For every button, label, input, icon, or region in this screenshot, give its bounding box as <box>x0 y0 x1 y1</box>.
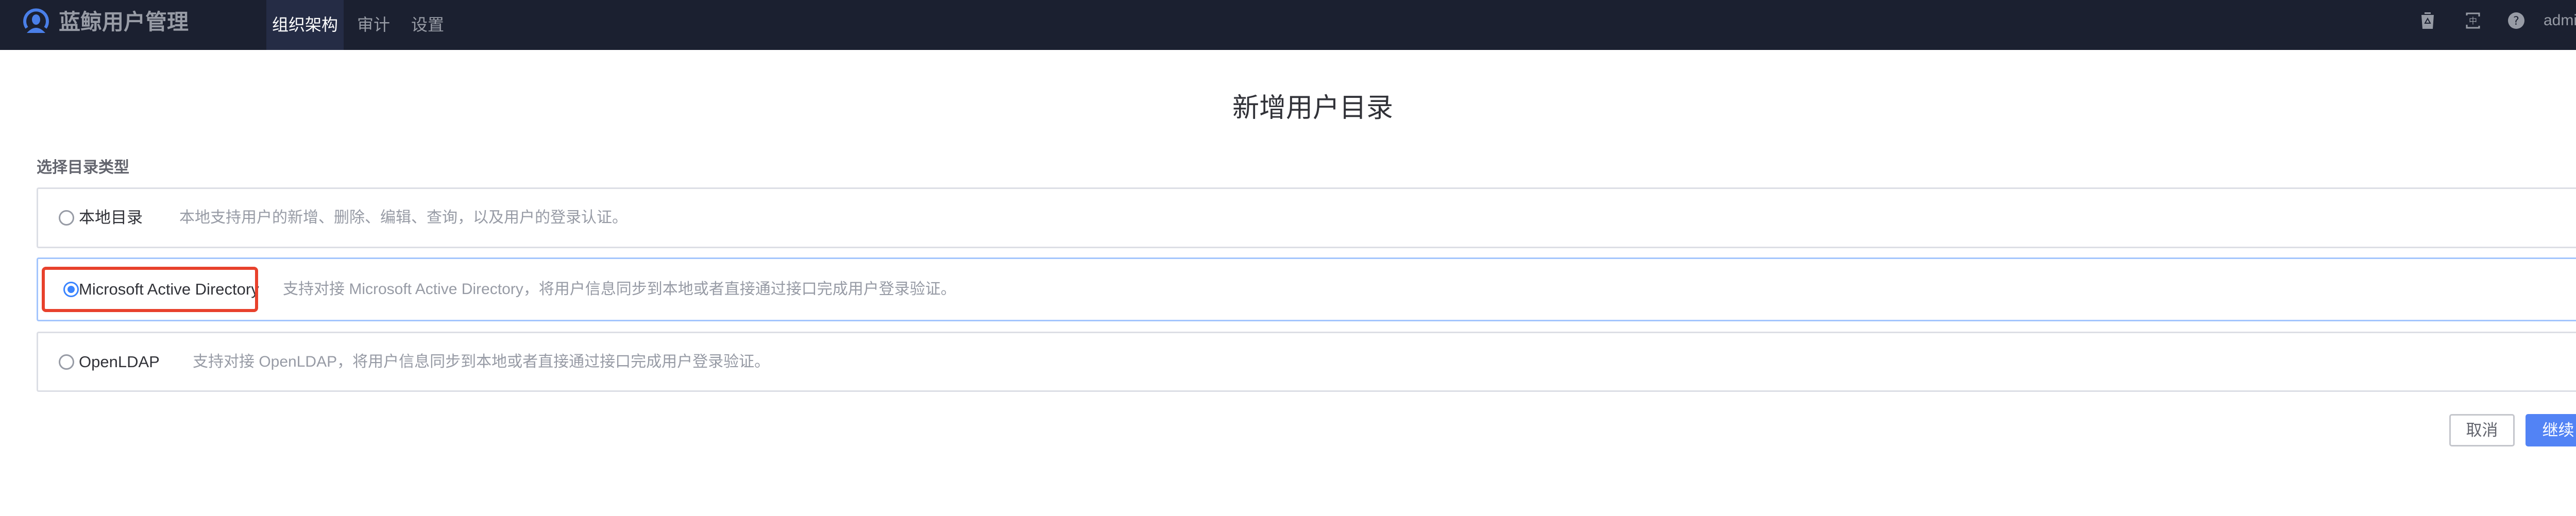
radio-local-directory[interactable] <box>59 210 74 226</box>
tab-audit[interactable]: 审计 <box>350 0 397 50</box>
option-description: 支持对接 Microsoft Active Directory，将用户信息同步到… <box>283 281 956 298</box>
option-microsoft-ad[interactable]: Microsoft Active Directory 支持对接 Microsof… <box>37 257 2576 321</box>
logo-icon <box>23 8 49 33</box>
help-icon[interactable]: ? <box>2507 11 2526 30</box>
option-local-directory[interactable]: 本地目录 本地支持用户的新增、删除、编辑、查询，以及用户的登录认证。 <box>37 187 2576 248</box>
tab-settings[interactable]: 设置 <box>404 0 451 50</box>
app-title: 蓝鲸用户管理 <box>59 10 189 34</box>
top-navbar: 蓝鲸用户管理 组织架构 审计 设置 中 ? admin <box>0 0 2576 50</box>
svg-text:?: ? <box>2513 15 2519 28</box>
tab-org-structure[interactable]: 组织架构 <box>266 0 344 50</box>
page-title: 新增用户目录 <box>1232 93 1393 123</box>
user-menu[interactable]: admin <box>2544 11 2576 30</box>
option-label: 本地目录 <box>79 209 143 227</box>
option-description: 支持对接 OpenLDAP，将用户信息同步到本地或者直接通过接口完成用户登录验证… <box>193 353 770 370</box>
svg-text:中: 中 <box>2469 16 2477 26</box>
cancel-button[interactable]: 取消 <box>2449 414 2515 446</box>
language-switch-icon[interactable]: 中 <box>2464 11 2482 30</box>
highlight-annotation <box>42 267 258 312</box>
option-description: 本地支持用户的新增、删除、编辑、查询，以及用户的登录认证。 <box>179 209 628 226</box>
continue-button[interactable]: 继续 <box>2526 414 2576 446</box>
recycle-bin-icon[interactable] <box>2418 11 2437 30</box>
option-label: OpenLDAP <box>79 353 160 371</box>
radio-openldap[interactable] <box>59 354 74 370</box>
option-openldap[interactable]: OpenLDAP 支持对接 OpenLDAP，将用户信息同步到本地或者直接通过接… <box>37 332 2576 392</box>
section-label: 选择目录类型 <box>37 159 129 176</box>
